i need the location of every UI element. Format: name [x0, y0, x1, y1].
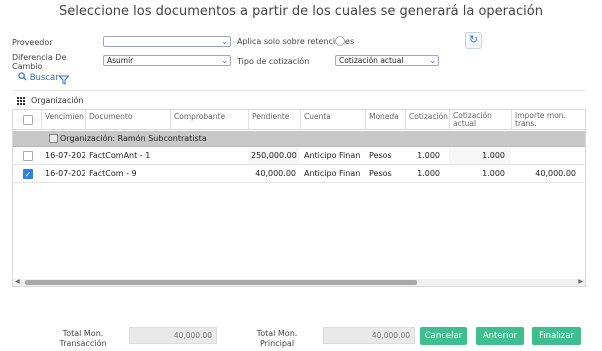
row-checkbox[interactable] — [23, 151, 33, 161]
documents-grid: Vencimien Documento Comprobante Pendient… — [12, 109, 586, 287]
select-all-checkbox[interactable] — [23, 115, 33, 125]
cotizacion-actual-cell[interactable]: 1.000 — [449, 148, 511, 164]
page-title: Seleccione los documentos a partir de lo… — [59, 4, 543, 19]
diferencia-value: Asumir — [107, 56, 134, 65]
column-header[interactable]: Importe mon. trans. — [511, 110, 579, 130]
proveedor-select[interactable]: ⌄ — [103, 36, 231, 47]
pendiente-cell: 40,000.00 — [255, 169, 296, 178]
divider — [12, 90, 586, 91]
column-header[interactable]: Cuenta — [300, 110, 364, 130]
grid-header: Vencimien Documento Comprobante Pendient… — [13, 110, 585, 130]
column-header[interactable]: Vencimien — [41, 110, 84, 130]
refresh-icon: ↻ — [468, 34, 479, 46]
documento-cell: FactComAnt - 1 — [89, 151, 151, 160]
buscar-button[interactable]: Buscar — [18, 72, 59, 83]
previous-button[interactable]: Anterior — [476, 327, 524, 345]
pendiente-cell: 250,000.00 — [248, 148, 299, 164]
retenciones-radio[interactable] — [335, 36, 345, 46]
grouping-label: Organización — [31, 96, 84, 105]
scrollbar-thumb[interactable] — [25, 280, 417, 285]
row-checkbox[interactable]: ✓ — [23, 169, 33, 179]
vencimiento-cell: 16-07-202 — [45, 151, 85, 160]
finish-button[interactable]: Finalizar — [532, 327, 581, 345]
importe-cell[interactable]: 40,000.00 — [511, 166, 579, 182]
column-header[interactable]: Comprobante — [170, 110, 247, 130]
chevron-down-icon: ⌄ — [429, 56, 436, 65]
column-header[interactable]: Cotización — [405, 110, 449, 130]
cuenta-cell: Anticipo Finan — [304, 169, 361, 178]
filter-icon[interactable] — [58, 72, 70, 90]
diferencia-label: Diferencia De Cambio — [12, 53, 67, 71]
column-header[interactable]: Pendiente — [248, 110, 299, 130]
importe-cell[interactable] — [511, 148, 579, 164]
cancel-button[interactable]: Cancelar — [420, 327, 467, 345]
total-principal-value: 40,000.00 — [323, 327, 415, 344]
moneda-cell: Pesos — [369, 151, 392, 160]
tipo-cotizacion-value: Cotización actual — [339, 56, 404, 65]
tipo-cotizacion-select[interactable]: Cotización actual ⌄ — [335, 55, 439, 66]
cotizacion-cell: 1.000 — [417, 169, 440, 178]
comprobante-cell — [171, 166, 247, 182]
vencimiento-cell: 16-07-202 — [45, 169, 85, 178]
chevron-down-icon: ⌄ — [221, 37, 228, 46]
search-icon — [18, 72, 30, 83]
buscar-label: Buscar — [29, 73, 59, 83]
column-header[interactable]: Moneda — [365, 110, 405, 130]
scroll-right-icon[interactable]: ▶ — [578, 278, 583, 285]
column-header[interactable]: Documento — [85, 110, 170, 130]
chevron-down-icon: ⌄ — [221, 56, 228, 65]
proveedor-label: Proveedor — [12, 38, 53, 47]
cotizacion-actual-cell[interactable]: 1.000 — [449, 166, 511, 182]
column-header[interactable]: Cotización actual — [449, 110, 511, 130]
grid-icon — [17, 97, 25, 107]
group-label: Organización: Ramón Subcontratista — [60, 134, 207, 143]
moneda-cell: Pesos — [369, 169, 392, 178]
diferencia-select[interactable]: Asumir ⌄ — [103, 55, 231, 66]
scroll-left-icon[interactable]: ◀ — [15, 278, 20, 285]
cotizacion-cell: 1.000 — [417, 151, 440, 160]
table-row[interactable]: ✓ 16-07-202 FactCom - 9 40,000.00 Antici… — [13, 166, 585, 183]
total-transaccion-value: 40,000.00 — [129, 327, 217, 344]
group-row[interactable]: Organización: Ramón Subcontratista — [13, 131, 585, 147]
comprobante-cell — [171, 148, 247, 164]
total-principal-label: Total Mon. Principal — [256, 329, 298, 348]
horizontal-scrollbar[interactable]: ◀ ▶ — [13, 279, 585, 286]
total-transaccion-label: Total Mon. Transacción — [59, 329, 107, 348]
refresh-button[interactable]: ↻ — [465, 32, 482, 49]
group-checkbox[interactable] — [49, 134, 58, 143]
cuenta-cell: Anticipo Finan — [304, 151, 361, 160]
table-row[interactable]: 16-07-202 FactComAnt - 1 250,000.00 Anti… — [13, 148, 585, 165]
documento-cell: FactCom - 9 — [89, 169, 137, 178]
tipo-cotizacion-label: Tipo de cotización — [237, 57, 310, 66]
